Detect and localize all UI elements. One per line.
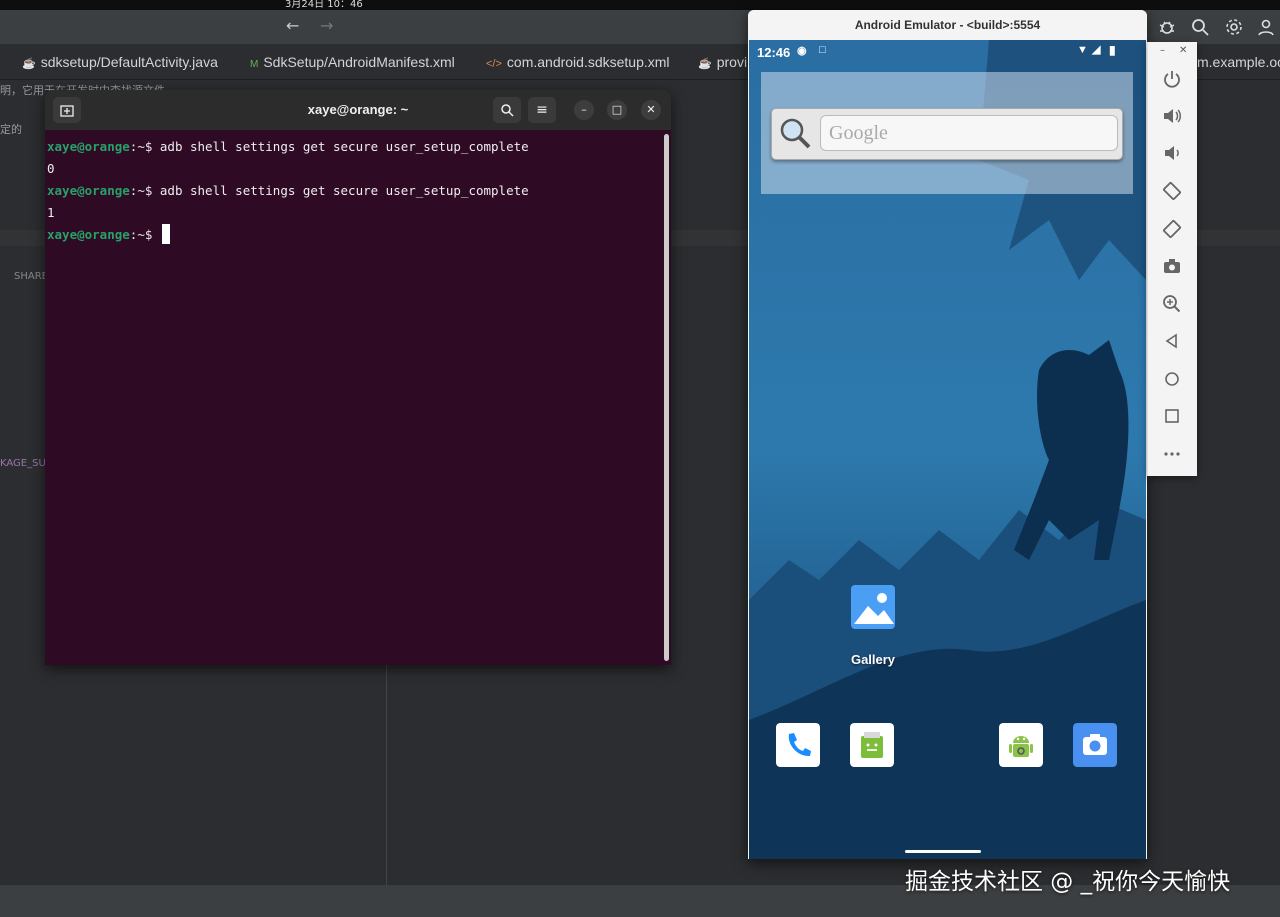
- tab-label: sdksetup/DefaultActivity.java: [40, 54, 218, 70]
- java-class-icon: ☕: [698, 58, 712, 70]
- system-clock: 3月24日 10：46: [285, 0, 363, 10]
- signal-icon: ◢: [1092, 44, 1101, 56]
- ide-panel-divider: [0, 230, 46, 246]
- minimize-icon[interactable]: –: [574, 100, 594, 120]
- java-class-icon: ☕: [22, 58, 36, 70]
- maximize-icon[interactable]: □: [607, 100, 627, 120]
- prompt-path: :~$: [129, 227, 160, 242]
- store-icon[interactable]: [850, 723, 894, 767]
- battery-icon: ▮: [1109, 43, 1116, 57]
- sim-icon: □: [819, 44, 826, 56]
- text-cursor: [161, 224, 170, 244]
- screenshot-icon[interactable]: [1161, 255, 1183, 277]
- power-icon[interactable]: [1161, 68, 1183, 90]
- terminal-line: 0: [47, 161, 55, 176]
- phone-icon[interactable]: [776, 723, 820, 767]
- watermark-text: 掘金技术社区 @ _祝你今天愉快: [905, 869, 1231, 895]
- android-emulator-window[interactable]: Android Emulator - <build>:5554 12:46 ◉ …: [748, 10, 1147, 859]
- xml-icon: </>: [486, 58, 502, 70]
- command-text: adb shell settings get secure user_setup…: [159, 139, 529, 154]
- rotate-right-icon[interactable]: [1161, 218, 1183, 240]
- emulator-side-toolbar: – ✕: [1147, 42, 1197, 476]
- toolbar-minimize-icon[interactable]: –: [1160, 45, 1165, 56]
- gallery-label[interactable]: Gallery: [838, 652, 908, 667]
- search-input[interactable]: Google: [820, 115, 1118, 151]
- search-icon[interactable]: [1190, 17, 1210, 37]
- tab-android-manifest[interactable]: M SdkSetup/AndroidManifest.xml: [250, 54, 455, 70]
- terminal-line: xaye@orange:~$: [47, 224, 661, 246]
- android-status-bar: 12:46 ◉ □ ▼ ◢ ▮: [749, 40, 1146, 66]
- more-icon[interactable]: [1161, 443, 1183, 465]
- prompt-path: :~$: [129, 139, 160, 154]
- tab-label: m.example.oo: [1197, 54, 1280, 70]
- ide-code-fragment: KAGE_SU: [0, 458, 46, 469]
- status-time: 12:46: [757, 45, 791, 60]
- terminal-output[interactable]: xaye@orange:~$ adb shell settings get se…: [45, 130, 663, 665]
- terminal-line: 1: [47, 205, 55, 220]
- android-home-screen[interactable]: 12:46 ◉ □ ▼ ◢ ▮ Google Gallery: [749, 40, 1146, 859]
- tab-sdksetup-xml[interactable]: </> com.android.sdksetup.xml: [486, 54, 670, 70]
- wifi-icon: ▼: [1077, 44, 1088, 56]
- menu-hamburger-icon[interactable]: ≡: [528, 97, 556, 123]
- ide-code-fragment: SHARE: [14, 271, 48, 282]
- ide-code-fragment: 定的: [0, 123, 22, 136]
- terminal-line: xaye@orange:~$ adb shell settings get se…: [47, 136, 661, 158]
- emulator-title[interactable]: Android Emulator - <build>:5554: [748, 10, 1147, 40]
- prompt-user: xaye@orange: [47, 183, 130, 198]
- system-top-bar: 3月24日 10：46: [0, 0, 1280, 10]
- android-icon[interactable]: [999, 723, 1043, 767]
- terminal-line: xaye@orange:~$ adb shell settings get se…: [47, 180, 661, 202]
- tab-label: SdkSetup/AndroidManifest.xml: [263, 54, 455, 70]
- debug-bug-icon[interactable]: [1157, 17, 1177, 37]
- terminal-scrollbar[interactable]: [664, 134, 669, 661]
- gesture-nav-handle[interactable]: [905, 850, 981, 853]
- ide-split-divider[interactable]: [386, 665, 387, 885]
- camera-icon[interactable]: [1073, 723, 1117, 767]
- toolbar-close-icon[interactable]: ✕: [1179, 45, 1187, 56]
- rotate-left-icon[interactable]: [1161, 180, 1183, 202]
- prompt-path: :~$: [129, 183, 160, 198]
- forward-arrow-icon[interactable]: →: [320, 16, 333, 35]
- tab-label: com.android.sdksetup.xml: [506, 54, 670, 70]
- overview-icon[interactable]: [1161, 405, 1183, 427]
- volume-down-icon[interactable]: [1161, 142, 1183, 164]
- prompt-user: xaye@orange: [47, 139, 130, 154]
- back-arrow-icon[interactable]: ←: [286, 16, 299, 35]
- tab-provider[interactable]: ☕ provi: [698, 54, 747, 70]
- command-text: adb shell settings get secure user_setup…: [159, 183, 529, 198]
- tab-default-activity[interactable]: ☕ sdksetup/DefaultActivity.java: [22, 54, 218, 70]
- prompt-user: xaye@orange: [47, 227, 130, 242]
- manifest-icon: M: [250, 59, 259, 70]
- wifi-assist-icon: ◉: [797, 45, 807, 57]
- back-icon[interactable]: [1161, 330, 1183, 352]
- magnifier-icon[interactable]: [778, 116, 814, 152]
- terminal-window[interactable]: xaye@orange: ~ ≡ – □ ✕ xaye@orange:~$ ad…: [45, 90, 671, 665]
- zoom-icon[interactable]: [1161, 293, 1183, 315]
- close-icon[interactable]: ✕: [641, 100, 661, 120]
- gallery-app-icon[interactable]: [850, 584, 896, 630]
- search-bar[interactable]: Google: [771, 108, 1123, 160]
- volume-up-icon[interactable]: [1161, 105, 1183, 127]
- google-search-widget[interactable]: Google: [761, 72, 1133, 194]
- tab-label: provi: [716, 54, 748, 70]
- account-icon[interactable]: [1256, 17, 1276, 37]
- ide-panel-divider: [670, 230, 750, 246]
- search-icon[interactable]: [493, 97, 521, 123]
- terminal-header-bar[interactable]: xaye@orange: ~ ≡ – □ ✕: [45, 90, 671, 130]
- home-icon[interactable]: [1161, 368, 1183, 390]
- settings-gear-icon[interactable]: [1224, 17, 1244, 37]
- tab-example[interactable]: m.example.oo: [1197, 54, 1280, 70]
